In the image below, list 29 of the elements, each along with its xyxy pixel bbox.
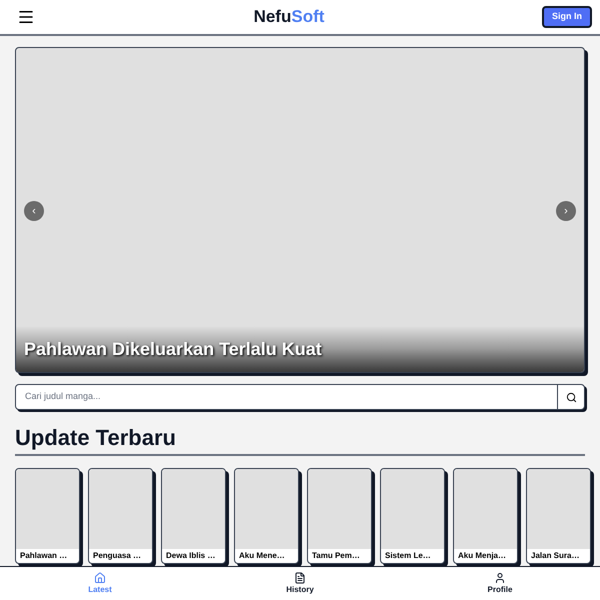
sign-in-button[interactable]: Sign In <box>542 6 592 28</box>
manga-title: Penguasa … <box>92 550 142 562</box>
document-icon <box>294 572 306 584</box>
manga-title: Jalan Sura… <box>530 550 580 562</box>
manga-title: Sistem Le… <box>384 550 432 562</box>
manga-card[interactable]: Aku Menja… <box>453 468 518 564</box>
manga-card[interactable]: Penguasa … <box>88 468 153 564</box>
previous-button[interactable]: ‹ <box>24 201 44 221</box>
person-icon <box>494 572 506 584</box>
manga-card[interactable]: Dewa Iblis … <box>161 468 226 564</box>
house-icon <box>94 572 106 584</box>
manga-title: Pahlawan … <box>19 550 68 562</box>
nav-tab[interactable]: History <box>260 572 340 596</box>
manga-card[interactable]: Tamu Pem… <box>307 468 372 564</box>
search-icon <box>566 392 576 402</box>
manga-title: Aku Menja… <box>457 550 508 562</box>
manga-title: Tamu Pem… <box>311 550 361 562</box>
section-heading: Update Terbaru <box>15 424 585 456</box>
manga-title: Dewa Iblis … <box>165 550 216 562</box>
manga-title: Aku Mene… <box>238 550 286 562</box>
next-button[interactable]: › <box>556 201 576 221</box>
brand-logo: NefuSoft <box>254 6 324 28</box>
banner-title: Pahlawan Dikeluarkan Terlalu Kuat <box>24 338 322 361</box>
manga-card[interactable]: Sistem Le… <box>380 468 445 564</box>
nav-tab[interactable]: Profile <box>460 572 540 596</box>
manga-card[interactable]: Aku Mene… <box>234 468 299 564</box>
nav-tab[interactable]: Latest <box>60 572 140 596</box>
manga-card[interactable]: Jalan Sura… <box>526 468 591 564</box>
manga-card[interactable]: Pahlawan … <box>15 468 80 564</box>
